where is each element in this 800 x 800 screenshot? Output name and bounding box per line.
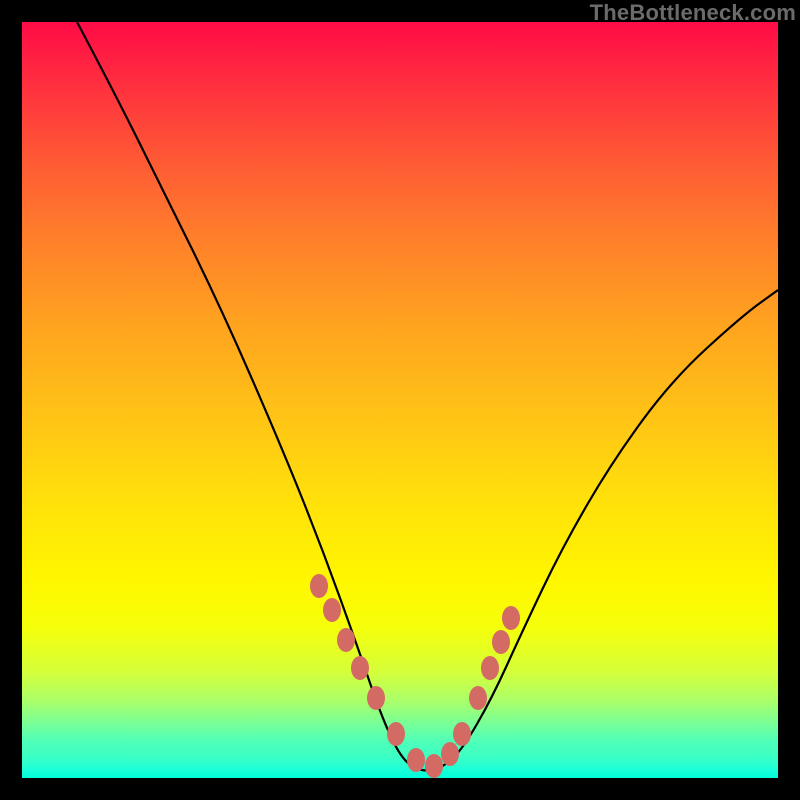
highlight-dot: [407, 748, 425, 772]
highlight-dot: [337, 628, 355, 652]
highlight-dot: [502, 606, 520, 630]
highlight-dot: [469, 686, 487, 710]
highlight-dot: [367, 686, 385, 710]
highlight-dot: [310, 574, 328, 598]
highlight-dot: [441, 742, 459, 766]
curve-path-group: [77, 22, 778, 771]
highlight-dot: [425, 754, 443, 778]
highlight-dot: [387, 722, 405, 746]
highlight-dot: [453, 722, 471, 746]
highlight-dot: [492, 630, 510, 654]
curve-svg: [22, 22, 778, 778]
highlight-dot: [351, 656, 369, 680]
watermark-text: TheBottleneck.com: [590, 0, 796, 26]
highlight-dot: [323, 598, 341, 622]
bottleneck-curve: [77, 22, 778, 771]
highlight-dot: [481, 656, 499, 680]
plot-frame: [22, 22, 778, 778]
